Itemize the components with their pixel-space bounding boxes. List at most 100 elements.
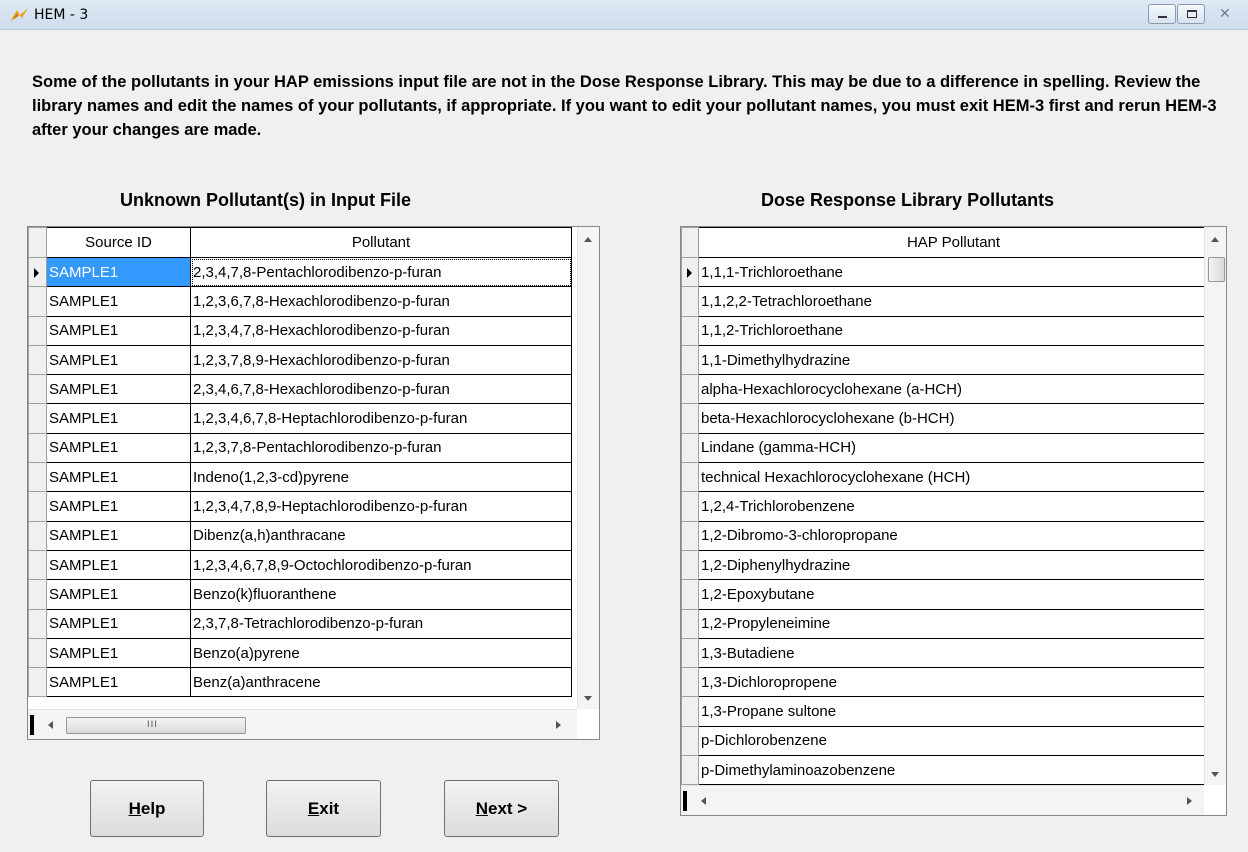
row-selector[interactable] <box>28 315 47 346</box>
source-id-cell[interactable]: SAMPLE1 <box>46 315 191 346</box>
source-id-cell[interactable]: SAMPLE1 <box>46 491 191 522</box>
source-id-cell[interactable]: SAMPLE1 <box>46 432 191 464</box>
table-row[interactable]: SAMPLE1 2,3,4,6,7,8-Hexachlorodibenzo-p-f… <box>28 374 572 405</box>
horizontal-scrollbar[interactable] <box>681 785 1226 815</box>
hap-pollutant-cell[interactable]: 1,1,2-Trichloroethane <box>698 315 1209 346</box>
horizontal-scrollbar[interactable]: III <box>28 709 599 739</box>
hap-pollutant-cell[interactable]: 1,1-Dimethylhydrazine <box>698 344 1209 376</box>
table-row[interactable]: p-Dimethylaminoazobenzene <box>681 755 1209 786</box>
pollutant-cell[interactable]: 2,3,4,7,8-Pentachlorodibenzo-p-furan <box>190 256 572 288</box>
source-id-cell[interactable]: SAMPLE1 <box>46 667 191 698</box>
row-selector[interactable] <box>681 315 699 346</box>
vertical-scrollbar[interactable] <box>1204 227 1226 787</box>
row-selector[interactable] <box>28 432 47 464</box>
row-selector[interactable] <box>28 462 47 493</box>
row-selector[interactable] <box>681 667 699 698</box>
source-id-cell[interactable]: SAMPLE1 <box>46 256 191 288</box>
row-selector[interactable] <box>681 608 699 639</box>
row-selector[interactable] <box>28 491 47 522</box>
pollutant-cell[interactable]: 1,2,3,4,7,8,9-Heptachlorodibenzo-p-furan <box>190 491 572 522</box>
scroll-down-icon[interactable] <box>584 696 592 701</box>
close-button[interactable]: ✕ <box>1206 4 1242 24</box>
row-selector[interactable] <box>28 637 47 669</box>
pollutant-cell[interactable]: Benzo(a)pyrene <box>190 637 572 669</box>
pollutant-cell[interactable]: Benz(a)anthracene <box>190 667 572 698</box>
table-row[interactable]: beta-Hexachlorocyclohexane (b-HCH) <box>681 403 1209 434</box>
hap-pollutant-cell[interactable]: 1,2-Dibromo-3-chloropropane <box>698 520 1209 551</box>
vertical-scroll-thumb[interactable] <box>1208 257 1225 282</box>
source-id-cell[interactable]: SAMPLE1 <box>46 579 191 610</box>
row-selector[interactable] <box>681 462 699 493</box>
row-selector[interactable] <box>681 755 699 786</box>
table-row[interactable]: SAMPLE1 2,3,7,8-Tetrachlorodibenzo-p-fura… <box>28 608 572 639</box>
hap-pollutant-cell[interactable]: 1,1,1-Trichloroethane <box>698 256 1209 288</box>
row-selector[interactable] <box>28 344 47 376</box>
row-selector[interactable] <box>681 432 699 464</box>
pollutant-cell[interactable]: 1,2,3,4,6,7,8-Heptachlorodibenzo-p-furan <box>190 403 572 434</box>
table-row[interactable]: 1,2-Dibromo-3-chloropropane <box>681 520 1209 551</box>
row-selector[interactable] <box>28 520 47 551</box>
hap-pollutant-cell[interactable]: technical Hexachlorocyclohexane (HCH) <box>698 462 1209 493</box>
table-row[interactable]: SAMPLE1 Indeno(1,2,3-cd)pyrene <box>28 462 572 493</box>
hap-pollutant-cell[interactable]: 1,3-Propane sultone <box>698 696 1209 727</box>
source-id-cell[interactable]: SAMPLE1 <box>46 462 191 493</box>
table-row[interactable]: 1,1,1-Trichloroethane <box>681 256 1209 288</box>
row-selector[interactable] <box>28 549 47 581</box>
row-selector[interactable] <box>681 491 699 522</box>
column-header-pollutant[interactable]: Pollutant <box>190 227 572 258</box>
row-selector[interactable] <box>28 286 47 317</box>
table-row[interactable]: 1,2-Epoxybutane <box>681 579 1209 610</box>
help-button[interactable]: Help <box>90 780 204 837</box>
table-row[interactable]: alpha-Hexachlorocyclohexane (a-HCH) <box>681 374 1209 405</box>
scroll-up-icon[interactable] <box>1211 237 1219 242</box>
source-id-cell[interactable]: SAMPLE1 <box>46 286 191 317</box>
scroll-right-icon[interactable] <box>556 721 561 729</box>
row-selector[interactable] <box>681 403 699 434</box>
scroll-up-icon[interactable] <box>584 237 592 242</box>
row-selector[interactable] <box>28 374 47 405</box>
row-selector[interactable] <box>28 579 47 610</box>
hap-pollutant-cell[interactable]: 1,3-Dichloropropene <box>698 667 1209 698</box>
table-row[interactable]: SAMPLE1 Benz(a)anthracene <box>28 667 572 698</box>
hap-pollutant-cell[interactable]: 1,2-Propyleneimine <box>698 608 1209 639</box>
table-row[interactable]: SAMPLE1 Benzo(k)fluoranthene <box>28 579 572 610</box>
maximize-button[interactable] <box>1177 4 1205 24</box>
source-id-cell[interactable]: SAMPLE1 <box>46 549 191 581</box>
pollutant-cell[interactable]: 1,2,3,7,8,9-Hexachlorodibenzo-p-furan <box>190 344 572 376</box>
row-selector[interactable] <box>681 579 699 610</box>
table-row[interactable]: SAMPLE1 1,2,3,4,6,7,8-Heptachlorodibenzo-… <box>28 403 572 434</box>
table-row[interactable]: 1,2,4-Trichlorobenzene <box>681 491 1209 522</box>
row-selector[interactable] <box>681 725 699 757</box>
table-row[interactable]: 1,2-Propyleneimine <box>681 608 1209 639</box>
table-row[interactable]: SAMPLE1 Benzo(a)pyrene <box>28 637 572 669</box>
pollutant-cell[interactable]: 2,3,7,8-Tetrachlorodibenzo-p-furan <box>190 608 572 639</box>
exit-button[interactable]: Exit <box>266 780 381 837</box>
pollutant-cell[interactable]: Dibenz(a,h)anthracane <box>190 520 572 551</box>
source-id-cell[interactable]: SAMPLE1 <box>46 344 191 376</box>
table-row[interactable]: 1,1,2,2-Tetrachloroethane <box>681 286 1209 317</box>
pollutant-cell[interactable]: 1,2,3,7,8-Pentachlorodibenzo-p-furan <box>190 432 572 464</box>
next-button[interactable]: Next > <box>444 780 559 837</box>
table-row[interactable]: SAMPLE1 1,2,3,4,7,8-Hexachlorodibenzo-p-f… <box>28 315 572 346</box>
hap-pollutant-cell[interactable]: 1,2-Epoxybutane <box>698 579 1209 610</box>
table-row[interactable]: technical Hexachlorocyclohexane (HCH) <box>681 462 1209 493</box>
hap-pollutant-cell[interactable]: p-Dichlorobenzene <box>698 725 1209 757</box>
table-row[interactable]: 1,1,2-Trichloroethane <box>681 315 1209 346</box>
pollutant-cell[interactable]: 2,3,4,6,7,8-Hexachlorodibenzo-p-furan <box>190 374 572 405</box>
source-id-cell[interactable]: SAMPLE1 <box>46 520 191 551</box>
hap-pollutant-cell[interactable]: Lindane (gamma-HCH) <box>698 432 1209 464</box>
hap-pollutant-cell[interactable]: alpha-Hexachlorocyclohexane (a-HCH) <box>698 374 1209 405</box>
table-row[interactable]: SAMPLE1 1,2,3,7,8,9-Hexachlorodibenzo-p-f… <box>28 344 572 376</box>
table-row[interactable]: 1,3-Dichloropropene <box>681 667 1209 698</box>
hap-pollutant-cell[interactable]: 1,2-Diphenylhydrazine <box>698 549 1209 581</box>
row-selector[interactable] <box>28 667 47 698</box>
scroll-right-icon[interactable] <box>1187 797 1192 805</box>
pollutant-cell[interactable]: Indeno(1,2,3-cd)pyrene <box>190 462 572 493</box>
table-row[interactable]: SAMPLE1 1,2,3,6,7,8-Hexachlorodibenzo-p-f… <box>28 286 572 317</box>
row-selector[interactable] <box>681 696 699 727</box>
pollutant-cell[interactable]: 1,2,3,4,6,7,8,9-Octochlorodibenzo-p-fura… <box>190 549 572 581</box>
pollutant-cell[interactable]: Benzo(k)fluoranthene <box>190 579 572 610</box>
table-row[interactable]: 1,3-Butadiene <box>681 637 1209 669</box>
table-row[interactable]: 1,2-Diphenylhydrazine <box>681 549 1209 581</box>
table-row[interactable]: Lindane (gamma-HCH) <box>681 432 1209 464</box>
